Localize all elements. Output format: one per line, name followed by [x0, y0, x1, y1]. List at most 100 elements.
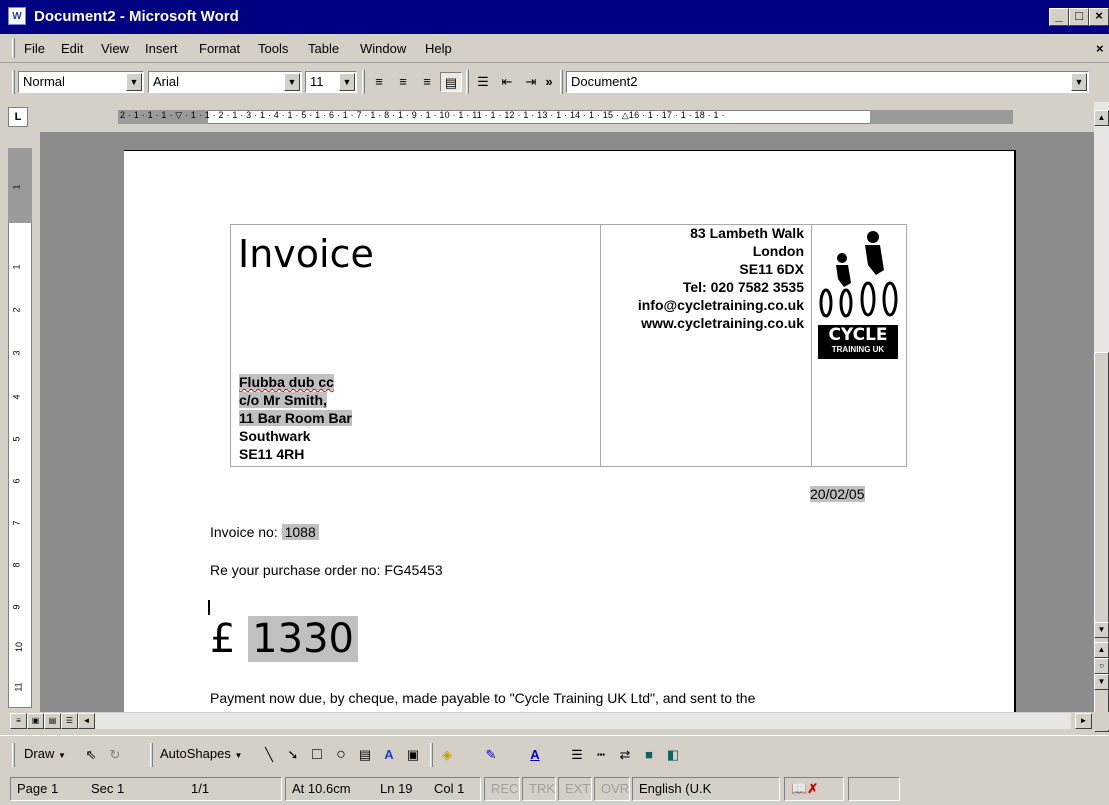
menu-tools[interactable]: Tools: [258, 41, 288, 56]
horizontal-scroll-track[interactable]: [95, 713, 1071, 729]
amount-field[interactable]: 1330: [248, 616, 358, 662]
previous-page-icon[interactable]: ▲: [1094, 642, 1109, 658]
dash-style-icon[interactable]: ┅: [590, 745, 612, 765]
scroll-down-icon[interactable]: ▼: [1094, 622, 1109, 638]
record-macro-indicator[interactable]: REC: [484, 777, 520, 801]
font-size-dropdown[interactable]: 11 ▼: [305, 71, 357, 93]
chevron-down-icon[interactable]: ▼: [284, 73, 300, 91]
company-address-block[interactable]: 83 Lambeth Walk London SE11 6DX Tel: 020…: [600, 224, 804, 364]
amount-line[interactable]: £ 1330: [210, 616, 358, 662]
select-objects-icon[interactable]: ⇖: [80, 745, 102, 765]
purchase-order-line[interactable]: Re your purchase order no: FG45453: [210, 562, 443, 578]
status-cursor-box[interactable]: At 10.6cm Ln 19 Col 1: [285, 777, 481, 801]
font-size-value: 11: [310, 74, 324, 89]
menu-table[interactable]: Table: [308, 41, 339, 56]
oval-icon[interactable]: ○: [330, 745, 352, 765]
normal-view-icon[interactable]: ≡: [10, 713, 27, 729]
font-color-icon[interactable]: A: [524, 745, 546, 765]
payment-instructions[interactable]: Payment now due, by cheque, made payable…: [210, 690, 755, 706]
customer-care-of[interactable]: c/o Mr Smith,: [239, 391, 327, 409]
line-icon[interactable]: ╲: [258, 745, 280, 765]
vertical-ruler[interactable]: [8, 148, 32, 708]
separator: [430, 743, 433, 767]
free-rotate-icon[interactable]: ↻: [104, 745, 126, 765]
autoshapes-menu-button[interactable]: AutoShapes ▼: [160, 746, 242, 761]
wordart-icon[interactable]: A: [378, 745, 400, 765]
menu-format[interactable]: Format: [199, 41, 240, 56]
status-bar: Page 1 Sec 1 1/1 At 10.6cm Ln 19 Col 1 R…: [0, 774, 1109, 805]
toolbar-grip[interactable]: [12, 70, 15, 94]
menu-insert[interactable]: Insert: [145, 41, 178, 56]
menu-bar-grip[interactable]: [12, 38, 15, 58]
increase-indent-icon[interactable]: ⇥: [520, 72, 542, 92]
title-bar[interactable]: W Document2 - Microsoft Word _ □ ×: [0, 0, 1109, 34]
status-position-box[interactable]: Page 1 Sec 1 1/1: [10, 777, 282, 801]
chevron-down-icon[interactable]: ▼: [126, 73, 142, 91]
customer-name[interactable]: Flubba dub cc: [239, 373, 334, 391]
menu-window[interactable]: Window: [360, 41, 406, 56]
font-dropdown[interactable]: Arial ▼: [148, 71, 302, 93]
scroll-left-icon[interactable]: ◄: [78, 713, 95, 729]
chevron-down-icon[interactable]: ▼: [339, 73, 355, 91]
next-page-icon[interactable]: ▼: [1094, 674, 1109, 690]
menu-view[interactable]: View: [101, 41, 129, 56]
menu-edit[interactable]: Edit: [61, 41, 83, 56]
language-indicator[interactable]: English (U.K: [632, 777, 780, 801]
toolbar-grip[interactable]: [560, 70, 563, 94]
scroll-right-icon[interactable]: ►: [1075, 713, 1092, 729]
line-color-icon[interactable]: ✎: [480, 745, 502, 765]
spelling-status-icon[interactable]: 📖✗: [784, 777, 844, 801]
word-app-icon[interactable]: W: [8, 7, 26, 25]
invoice-date[interactable]: 20/02/05: [810, 486, 865, 502]
document-address-dropdown[interactable]: Document2 ▼: [566, 71, 1089, 93]
decrease-indent-icon[interactable]: ⇤: [496, 72, 518, 92]
align-left-icon[interactable]: ≡: [368, 72, 390, 92]
track-changes-indicator[interactable]: TRK: [522, 777, 556, 801]
restore-button[interactable]: □: [1069, 8, 1089, 26]
overtype-indicator[interactable]: OVR: [594, 777, 630, 801]
menu-help[interactable]: Help: [425, 41, 452, 56]
rectangle-icon[interactable]: □: [306, 745, 328, 765]
clip-art-icon[interactable]: ▣: [402, 745, 424, 765]
line-style-icon[interactable]: ☰: [566, 745, 588, 765]
vertical-scrollbar[interactable]: ▲ ▼ ▲ ○ ▼: [1094, 102, 1109, 732]
menu-file[interactable]: File: [24, 41, 45, 56]
vruler-number: 1: [11, 264, 22, 270]
3d-icon[interactable]: ◧: [662, 745, 684, 765]
document-address-value: Document2: [571, 74, 638, 89]
extend-selection-indicator[interactable]: EXT: [558, 777, 592, 801]
draw-menu-button[interactable]: Draw ▼: [24, 746, 66, 761]
minimize-button[interactable]: _: [1049, 8, 1069, 26]
font-value: Arial: [153, 74, 180, 89]
align-center-icon[interactable]: ≡: [392, 72, 414, 92]
bullets-icon[interactable]: ☰: [472, 72, 494, 92]
invoice-number-field[interactable]: 1088: [281, 524, 319, 540]
menu-bar: File Edit View Insert Format Tools Table…: [0, 34, 1109, 63]
cycle-training-logo[interactable]: CYCLE TRAINING UK: [818, 225, 900, 360]
close-window-button[interactable]: ×: [1089, 8, 1109, 26]
justify-icon[interactable]: ▤: [440, 72, 462, 92]
chevron-down-icon[interactable]: ▼: [1071, 73, 1087, 91]
customer-street[interactable]: 11 Bar Room Bar: [239, 409, 352, 427]
fill-color-icon[interactable]: ◈: [436, 745, 458, 765]
tab-stop-selector[interactable]: L: [8, 107, 28, 127]
shadow-icon[interactable]: ■: [638, 745, 660, 765]
close-document-button[interactable]: ×: [1096, 41, 1104, 56]
outline-view-icon[interactable]: ☰: [61, 713, 78, 729]
text-box-icon[interactable]: ▤: [354, 745, 376, 765]
web-layout-view-icon[interactable]: ▣: [27, 713, 44, 729]
toolbar-options-button[interactable]: »: [542, 72, 556, 92]
invoice-heading[interactable]: Invoice: [238, 232, 374, 276]
style-dropdown[interactable]: Normal ▼: [18, 71, 144, 93]
select-browse-object-icon[interactable]: ○: [1094, 658, 1109, 674]
invoice-number-line[interactable]: Invoice no: 1088: [210, 524, 319, 540]
customer-postcode[interactable]: SE11 4RH: [239, 445, 304, 463]
print-layout-view-icon[interactable]: ▤: [44, 713, 61, 729]
toolbar-grip[interactable]: [12, 743, 15, 767]
customer-area[interactable]: Southwark: [239, 427, 311, 445]
arrow-style-icon[interactable]: ⇄: [614, 745, 636, 765]
scroll-up-icon[interactable]: ▲: [1094, 110, 1109, 126]
align-right-icon[interactable]: ≡: [416, 72, 438, 92]
separator: [466, 70, 469, 94]
arrow-icon[interactable]: ➘: [282, 745, 304, 765]
